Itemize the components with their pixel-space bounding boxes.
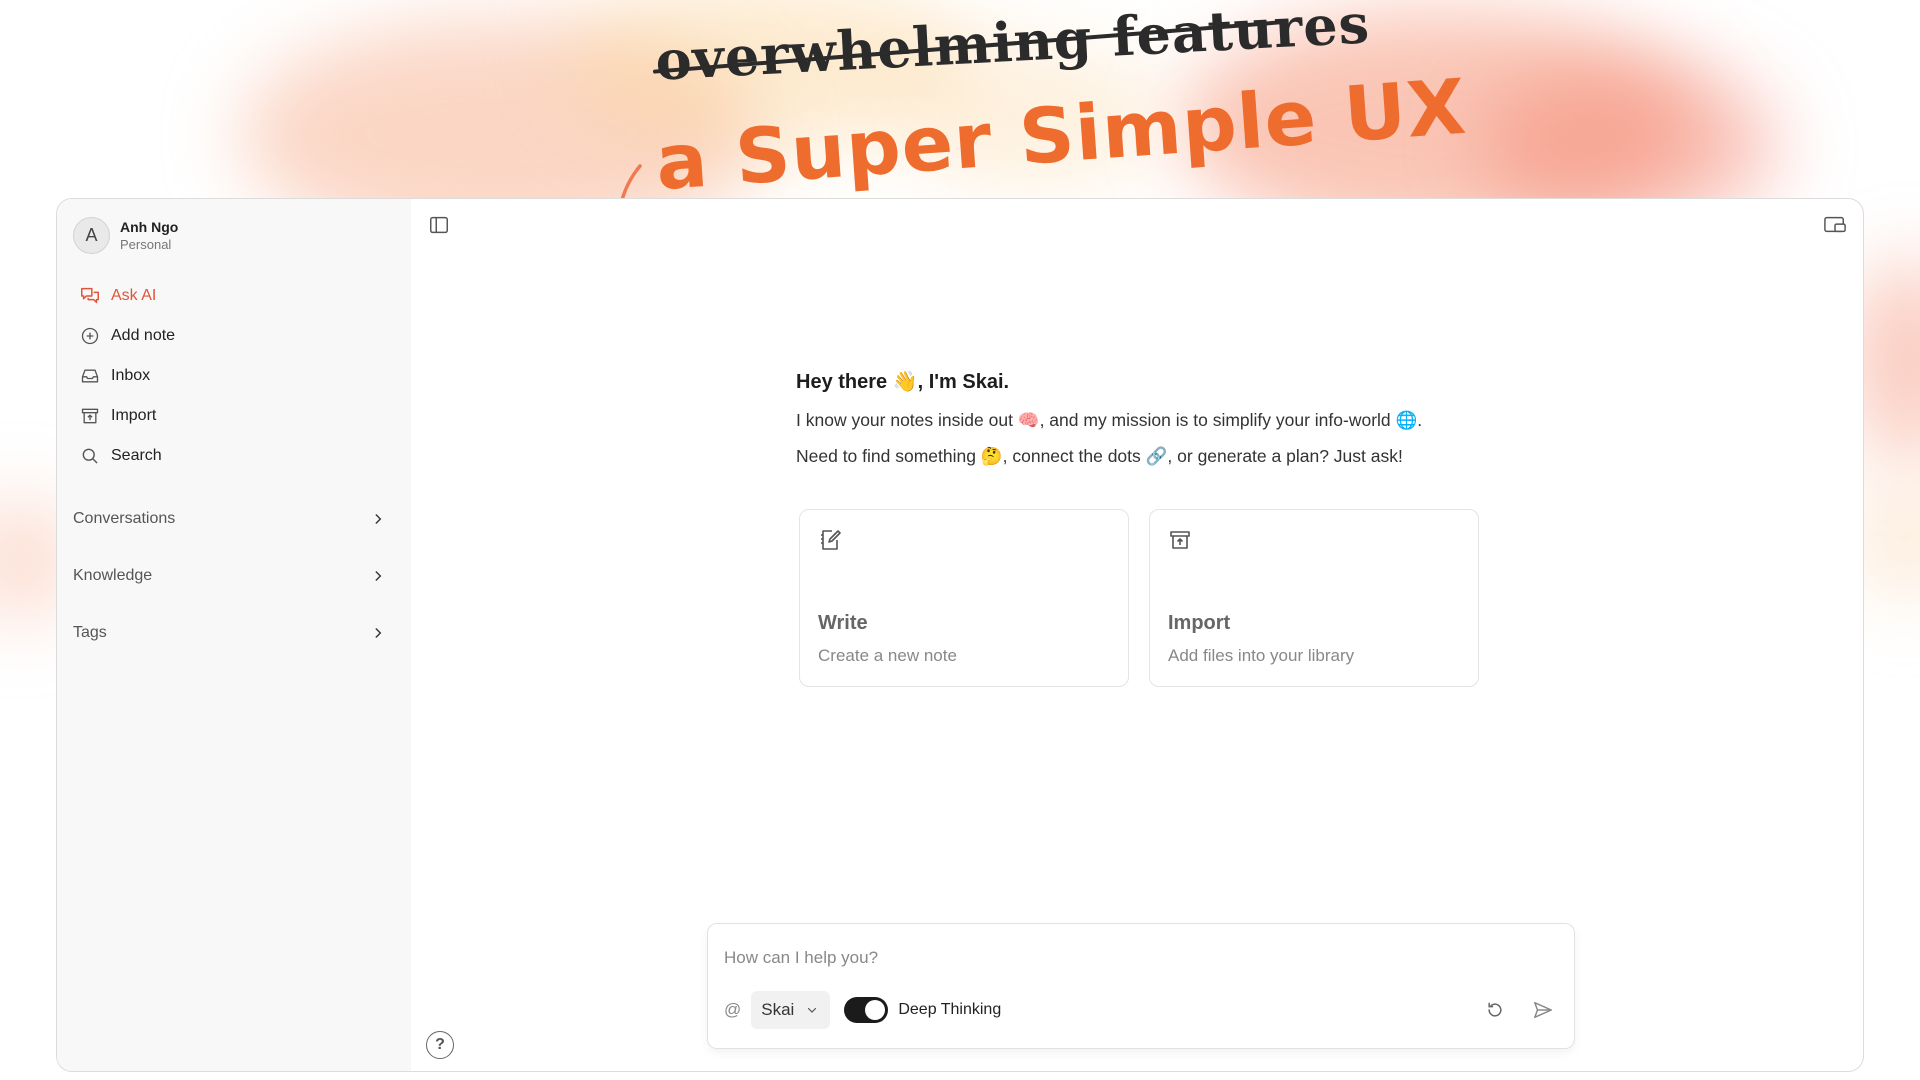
sidebar-panel-icon <box>430 216 448 234</box>
picture-in-picture-icon <box>1824 216 1846 233</box>
help-button[interactable]: ? <box>426 1031 454 1059</box>
mention-icon[interactable]: @ <box>724 1000 741 1020</box>
sidebar-item-ask-ai[interactable]: Ask AI <box>73 276 395 316</box>
search-icon <box>79 445 101 467</box>
profile-workspace: Personal <box>120 237 172 252</box>
archive-box-icon <box>1170 531 1190 549</box>
section-label: Conversations <box>73 509 176 527</box>
sidebar-item-label: Ask AI <box>111 287 157 304</box>
sidebar-item-label: Inbox <box>111 367 151 384</box>
import-card[interactable]: Import Add files into your library <box>1149 509 1479 687</box>
sidebar-item-label: Add note <box>111 327 176 344</box>
toggle-sidebar-button[interactable] <box>425 211 453 239</box>
card-title: Import <box>1168 612 1231 634</box>
send-button[interactable] <box>1528 995 1558 1025</box>
composer-toolbar: @ Skai Deep Thinking <box>724 990 1558 1030</box>
write-card[interactable]: Write Create a new note <box>799 509 1129 687</box>
deep-thinking-toggle[interactable] <box>844 997 889 1023</box>
sidebar-nav: Ask AI Add note Inbox Import Search <box>73 276 395 476</box>
section-label: Tags <box>73 623 107 641</box>
sidebar-item-import[interactable]: Import <box>73 396 395 436</box>
main-panel: Hey there 👋, I'm Skai. I know your notes… <box>411 199 1863 1071</box>
sidebar-item-label: Search <box>111 447 162 464</box>
inbox-tray-icon <box>79 365 101 387</box>
refresh-icon <box>1488 1002 1502 1017</box>
profile-switcher[interactable]: A Anh Ngo Personal <box>73 217 395 254</box>
welcome-line: Need to find something 🤔, connect the do… <box>796 446 1403 466</box>
section-label: Knowledge <box>73 566 153 584</box>
card-subtitle: Add files into your library <box>1168 646 1355 665</box>
app-window: A Anh Ngo Personal Ask AI Add note Inbox… <box>56 198 1864 1072</box>
deep-thinking-label: Deep Thinking <box>898 1001 1002 1018</box>
sidebar-item-inbox[interactable]: Inbox <box>73 356 395 396</box>
avatar: A <box>73 217 110 254</box>
profile-name: Anh Ngo <box>120 219 179 235</box>
chat-bubbles-icon <box>79 285 101 307</box>
welcome-greeting: Hey there 👋, I'm Skai. <box>796 371 1010 393</box>
chat-input[interactable] <box>724 946 1544 970</box>
reset-button[interactable] <box>1480 995 1510 1025</box>
welcome-line: I know your notes inside out 🧠, and my m… <box>796 410 1423 430</box>
watercolor-wash <box>1860 480 1920 600</box>
quick-actions: Write Create a new note Import Add files… <box>799 509 1479 687</box>
sidebar-item-label: Import <box>111 407 157 424</box>
model-select-value: Skai <box>761 1000 795 1019</box>
edit-note-icon <box>821 530 841 550</box>
section-tags[interactable]: Tags <box>73 604 395 661</box>
card-title: Write <box>818 612 868 634</box>
sidebar-sections: Conversations Knowledge Tags <box>73 490 395 661</box>
section-knowledge[interactable]: Knowledge <box>73 547 395 604</box>
send-icon <box>1534 1001 1552 1019</box>
chevron-down-icon <box>808 1007 817 1013</box>
chat-composer: @ Skai Deep Thinking <box>707 923 1575 1049</box>
section-conversations[interactable]: Conversations <box>73 490 395 547</box>
card-subtitle: Create a new note <box>818 646 957 665</box>
sidebar: A Anh Ngo Personal Ask AI Add note Inbox… <box>57 199 411 1071</box>
plus-circle-icon <box>79 325 101 347</box>
sidebar-item-search[interactable]: Search <box>73 436 395 476</box>
sidebar-item-add-note[interactable]: Add note <box>73 316 395 356</box>
toggle-knob <box>865 1000 886 1020</box>
chevron-right-icon <box>375 627 382 638</box>
window-mode-button[interactable] <box>1821 211 1849 239</box>
chevron-right-icon <box>375 513 382 524</box>
welcome-message: Hey there 👋, I'm Skai. I know your notes… <box>796 369 1516 482</box>
model-select[interactable]: Skai <box>751 991 831 1029</box>
chevron-right-icon <box>375 570 382 581</box>
archive-box-icon <box>79 405 101 427</box>
